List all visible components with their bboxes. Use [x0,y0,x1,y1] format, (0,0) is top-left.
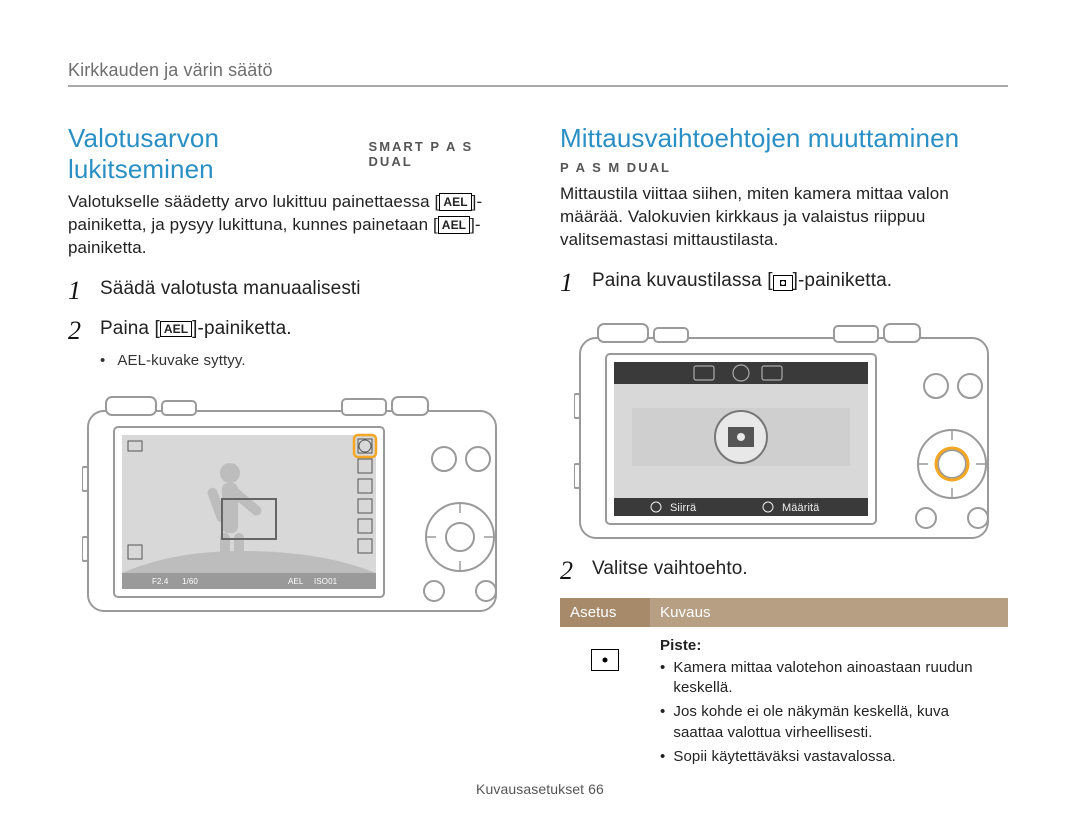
ael-icon: AEL [438,216,470,234]
left-intro-pre: Valotukselle säädetty arvo lukittuu pain… [68,192,439,211]
step-number: 1 [68,278,88,304]
step-number: 2 [68,318,88,344]
step-number: 1 [560,270,580,296]
table-row: Piste: Kamera mittaa valotehon ainoastaa… [560,627,1008,781]
right-modes: P A S M DUAL [560,160,1008,175]
right-intro: Mittaustila viittaa siihen, miten kamera… [560,183,1008,252]
screen-set-label: Määritä [782,502,820,514]
left-camera-illustration: F2.4 1/60 AEL ISO01 [68,387,516,617]
step-text: Paina kuvaustilassa [ ]-painiketta. [592,270,1008,296]
left-step-2: 2 Paina [AEL]-painiketta. [68,318,516,344]
table-header-desc: Kuvaus [650,598,1008,627]
step-number: 2 [560,558,580,584]
page-footer: Kuvausasetukset 66 [0,781,1080,797]
left-heading-text: Valotusarvon lukitseminen [68,123,359,185]
spot-metering-icon [591,649,619,671]
step-text: Säädä valotusta manuaalisesti [100,278,516,304]
row-title: Piste: [660,637,998,654]
step-text: Valitse vaihtoehto. [592,558,1008,584]
screen-iso: ISO01 [314,577,338,586]
step1-post: ]-painiketta. [793,270,893,291]
left-step-1: 1 Säädä valotusta manuaalisesti [68,278,516,304]
screen-move-label: Siirrä [670,502,697,514]
options-table: Asetus Kuvaus Piste: Kamera mittaa valot… [560,598,1008,781]
step2-post: ]-painiketta. [192,318,292,339]
table-cell-desc: Piste: Kamera mittaa valotehon ainoastaa… [650,627,1008,781]
section-label: Kirkkauden ja värin säätö [68,60,1008,81]
bullet-ael: AEL [117,352,146,369]
metering-icon [773,275,793,291]
table-cell-icon [560,627,650,781]
right-camera-illustration: Siirrä Määritä [560,314,1008,544]
section-divider [68,85,1008,87]
step2-pre: Paina [ [100,318,160,339]
left-bullet: AEL-kuvake syttyy. [100,352,516,369]
desc-bullet: Jos kohde ei ole näkymän keskellä, kuva … [660,702,998,743]
bullet-post: -kuvake syttyy. [146,352,246,369]
screen-fstop: F2.4 [152,577,169,586]
right-column: Mittausvaihtoehtojen muuttaminen P A S M… [560,123,1008,781]
right-heading-text: Mittausvaihtoehtojen muuttaminen [560,123,959,154]
left-intro: Valotukselle säädetty arvo lukittuu pain… [68,191,516,260]
screen-ael: AEL [288,577,304,586]
ael-icon: AEL [160,321,192,337]
step-text: Paina [AEL]-painiketta. [100,318,516,344]
screen-shutter: 1/60 [182,577,198,586]
step1-pre: Paina kuvaustilassa [ [592,270,773,291]
desc-bullet: Sopii käytettäväksi vastavalossa. [660,747,998,767]
table-header-setting: Asetus [560,598,650,627]
left-heading: Valotusarvon lukitseminen SMART P A S DU… [68,123,516,185]
right-step-2: 2 Valitse vaihtoehto. [560,558,1008,584]
desc-bullet: Kamera mittaa valotehon ainoastaan ruudu… [660,658,998,699]
ael-icon: AEL [439,193,471,211]
right-heading: Mittausvaihtoehtojen muuttaminen [560,123,1008,154]
right-step-1: 1 Paina kuvaustilassa [ ]-painiketta. [560,270,1008,296]
left-modes: SMART P A S DUAL [369,139,516,169]
left-column: Valotusarvon lukitseminen SMART P A S DU… [68,123,516,781]
